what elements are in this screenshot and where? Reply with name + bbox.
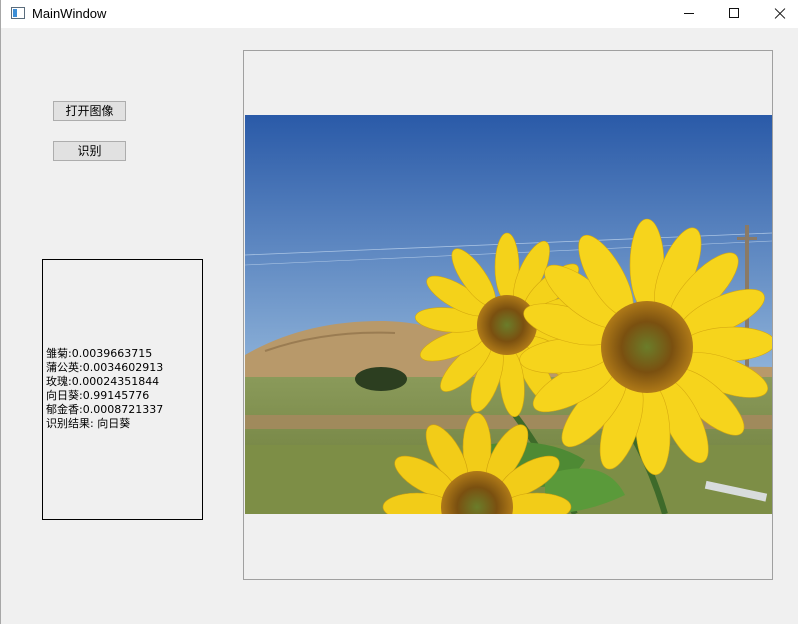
window-title: MainWindow	[32, 6, 107, 21]
result-text: 雏菊:0.0039663715 蒲公英:0.0034602913 玫瑰:0.0002…	[46, 347, 163, 431]
result-line-final: 识别结果: 向日葵	[46, 417, 131, 430]
result-line-daisy: 雏菊:0.0039663715	[46, 347, 153, 360]
image-display-frame	[243, 50, 773, 580]
recognize-button[interactable]: 识别	[53, 141, 126, 161]
result-panel: 雏菊:0.0039663715 蒲公英:0.0034602913 玫瑰:0.0002…	[42, 259, 203, 520]
app-window-icon	[11, 7, 25, 19]
result-line-rose: 玫瑰:0.00024351844	[46, 375, 160, 388]
result-line-dandelion: 蒲公英:0.0034602913	[46, 361, 164, 374]
maximize-button[interactable]	[711, 0, 757, 28]
result-line-sunflower: 向日葵:0.99145776	[46, 389, 150, 402]
minimize-button[interactable]	[665, 0, 711, 28]
window-border	[0, 0, 1, 624]
sunflower-photo	[245, 115, 772, 514]
title-bar[interactable]: MainWindow	[1, 0, 798, 28]
open-image-button[interactable]: 打开图像	[53, 101, 126, 121]
result-line-tulip: 郁金香:0.0008721337	[46, 403, 164, 416]
main-window: MainWindow 打开图像 识别 雏菊:0.0039663715 蒲公英:0.…	[0, 0, 798, 624]
close-button[interactable]	[756, 0, 798, 28]
